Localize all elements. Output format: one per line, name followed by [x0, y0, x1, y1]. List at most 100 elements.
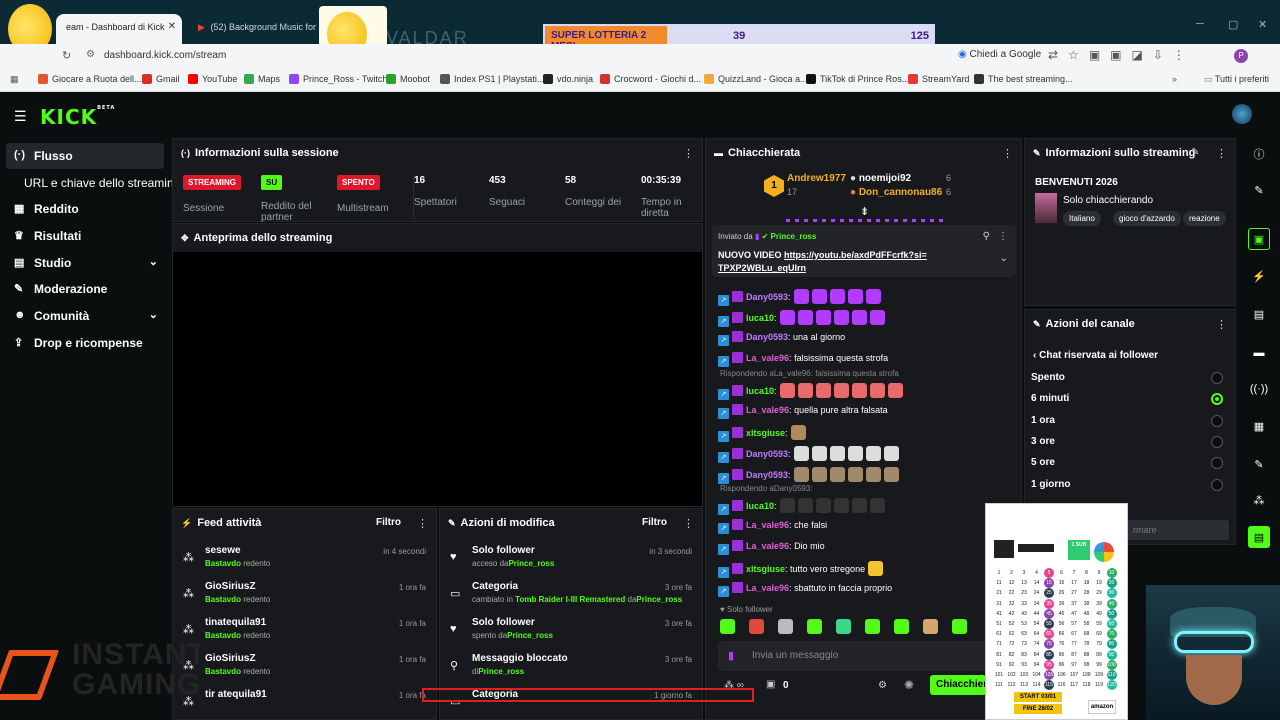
bookmark-item[interactable]: TikTok di Prince Ros...: [806, 74, 909, 84]
mod-filter-button[interactable]: Filtro: [642, 517, 667, 528]
sidebar-item-reddito[interactable]: ▦ Reddito: [6, 196, 164, 222]
option-label[interactable]: 5 ore: [1031, 457, 1055, 468]
chat-bubble-icon[interactable]: ▬: [1248, 342, 1270, 364]
emote-icon[interactable]: [894, 619, 909, 634]
option-label[interactable]: Spento: [1031, 372, 1065, 383]
bookmark-item[interactable]: Crocword - Giochi d...: [600, 74, 701, 84]
emote-icon[interactable]: [836, 619, 851, 634]
info-icon[interactable]: ⓘ: [1248, 144, 1270, 166]
option-label[interactable]: 6 minuti: [1031, 393, 1069, 404]
bookmark-item[interactable]: vdo.ninja: [543, 74, 593, 84]
option-label[interactable]: 1 ora: [1031, 415, 1055, 426]
chat-message[interactable]: ↗ La_vale96: che falsi: [718, 519, 827, 537]
gear-icon[interactable]: ⚙: [878, 680, 887, 691]
stream-tag[interactable]: reazione: [1183, 211, 1226, 226]
gift-icon[interactable]: ▣: [766, 679, 775, 690]
kick-logo[interactable]: KICKBETA: [40, 105, 115, 129]
browser-tab-kick[interactable]: eam - Dashboard di Kick ✕: [56, 14, 182, 44]
back-to-actions[interactable]: ‹ Chat riservata ai follower: [1033, 350, 1158, 361]
sidebar-item-flusso[interactable]: (·) Flusso: [6, 143, 164, 169]
pin-icon[interactable]: ⚲: [983, 231, 990, 242]
scroll-down-icon[interactable]: ⇟: [860, 205, 869, 218]
chat-message[interactable]: ↗ La_vale96: sbattuto in faccia proprio: [718, 582, 892, 600]
pinned-message[interactable]: Inviato da ▮ ✔ Prince_ross ⚲ ⋮ NUOVO VID…: [712, 225, 1016, 277]
chat-username[interactable]: Dany0593: [746, 332, 788, 342]
mod-item[interactable]: ♥ Solo follower acceso daPrince_ross in 3 s…: [450, 543, 692, 577]
chat-username[interactable]: luca10: [746, 313, 774, 323]
chat-username[interactable]: Dany0593: [746, 292, 788, 302]
stream-tag[interactable]: Italiano: [1063, 211, 1101, 226]
sidebar-item-moderazione[interactable]: ✎ Moderazione: [6, 276, 164, 302]
feed-item[interactable]: ⁂ tinatequila91 Bastavdo redento 1 ora fa: [183, 615, 426, 649]
chat-input[interactable]: ▮ Invia un messaggio: [718, 641, 1016, 671]
minimize-icon[interactable]: ─: [1196, 18, 1204, 30]
confirm-button[interactable]: rmare: [1125, 520, 1229, 540]
second-gifter[interactable]: ● noemijoi92: [850, 173, 911, 184]
ask-google-button[interactable]: ◉ Chiedi a Google: [958, 49, 1041, 60]
community-icon[interactable]: ⁂: [1248, 490, 1270, 512]
edit-icon[interactable]: ✎: [1248, 180, 1270, 202]
bookmark-item[interactable]: The best streaming...: [974, 74, 1073, 84]
more-options-icon[interactable]: ⋮: [683, 147, 694, 160]
chat-username[interactable]: luca10: [746, 386, 774, 396]
chat-username[interactable]: luca10: [746, 501, 774, 511]
reload-icon[interactable]: ↻: [62, 49, 71, 62]
bookmark-item[interactable]: Giocare a Ruota dell...: [38, 74, 142, 84]
browser-tab-youtube[interactable]: ▶ (52) Background Music for Gam: [188, 14, 318, 44]
edit-pencil-icon[interactable]: ✎: [1191, 147, 1199, 158]
emote-quick-bar[interactable]: [720, 619, 1016, 635]
url-input[interactable]: dashboard.kick.com/stream: [104, 50, 226, 61]
chat-username[interactable]: La_vale96: [746, 541, 789, 551]
bookmark-item[interactable]: YouTube: [188, 74, 237, 84]
chat-message[interactable]: ↗ luca10:: [718, 498, 885, 516]
feed-filter-button[interactable]: Filtro: [376, 517, 401, 528]
emote-icon[interactable]: [720, 619, 735, 634]
sidebar-item-studio[interactable]: ▤ Studio ⌄: [6, 250, 164, 276]
profile-avatar[interactable]: P: [1234, 49, 1248, 63]
emote-icon[interactable]: [865, 619, 880, 634]
feed-item[interactable]: ⁂ GioSiriusZ Bastavdo redento 1 ora fa: [183, 579, 426, 613]
chat-message[interactable]: ↗ Dany0593:: [718, 467, 899, 485]
more-options-icon[interactable]: ⋮: [1216, 318, 1227, 331]
mod-item[interactable]: ♥ Solo follower spento daPrince_ross 3 ore …: [450, 615, 692, 649]
more-options-icon[interactable]: ⋮: [417, 517, 428, 530]
option-label[interactable]: 1 giorno: [1031, 479, 1070, 490]
bookmark-item[interactable]: Index PS1 | Playstati...: [440, 74, 544, 84]
feed-item[interactable]: ⁂ GioSiriusZ Bastavdo redento 1 ora fa: [183, 651, 426, 685]
chat-message[interactable]: ↗ xitsgiuse:: [718, 425, 806, 443]
mod-item[interactable]: ⚲ Messaggio bloccato diPrince_ross 3 ore fa: [450, 651, 692, 685]
emote-icon[interactable]: [923, 619, 938, 634]
chat-username[interactable]: Dany0593: [746, 449, 788, 459]
chat-message[interactable]: ↗ La_vale96: quella pure altra falsata: [718, 404, 888, 422]
chat-message[interactable]: ↗ luca10:: [718, 383, 903, 401]
apps-icon[interactable]: ▦: [10, 74, 19, 85]
sidebar-item-comunita[interactable]: ☻ Comunità ⌄: [6, 303, 164, 329]
bookmark-item[interactable]: StreamYard: [908, 74, 969, 84]
all-favorites[interactable]: ▭ Tutti i preferiti: [1204, 74, 1269, 85]
chat-username[interactable]: La_vale96: [746, 353, 789, 363]
emote-icon[interactable]: [749, 619, 764, 634]
chat-username[interactable]: Dany0593: [746, 470, 788, 480]
sidebar-item-drops[interactable]: ⇪ Drop e ricompense: [6, 330, 164, 356]
option-radio[interactable]: [1211, 372, 1223, 384]
chat-message[interactable]: ↗ Dany0593:: [718, 446, 899, 464]
chat-message[interactable]: ↗ La_vale96: falsissima questa strofa: [718, 352, 888, 370]
bookmark-item[interactable]: QuizzLand - Gioca a...: [704, 74, 808, 84]
chat-message[interactable]: ↗ luca10:: [718, 310, 885, 328]
chat-username[interactable]: xitsgiuse: [746, 428, 785, 438]
sidebar-item-url-key[interactable]: URL e chiave dello streaming: [6, 170, 180, 196]
option-radio[interactable]: [1211, 436, 1223, 448]
bookmark-item[interactable]: Prince_Ross - Twitch: [289, 74, 387, 84]
feed-item[interactable]: ⁂ tir atequila91 1 ora fa: [183, 687, 426, 719]
feed-item[interactable]: ⁂ sesewe Bastavdo redento in 4 secondi: [183, 543, 426, 577]
chat-username[interactable]: La_vale96: [746, 583, 789, 593]
more-options-icon[interactable]: ⋮: [1216, 147, 1227, 160]
option-radio[interactable]: [1211, 457, 1223, 469]
emote-icon[interactable]: [778, 619, 793, 634]
settings-gear-icon[interactable]: ✺: [904, 678, 914, 692]
more-options-icon[interactable]: ⋮: [683, 517, 694, 530]
more-options-icon[interactable]: ⋮: [1002, 147, 1013, 160]
wrench-icon[interactable]: ✎: [1248, 454, 1270, 476]
gift-icon[interactable]: ▦: [1248, 416, 1270, 438]
emote-icon[interactable]: [807, 619, 822, 634]
